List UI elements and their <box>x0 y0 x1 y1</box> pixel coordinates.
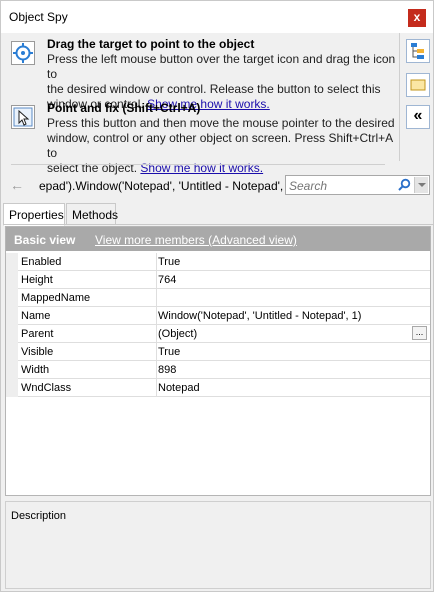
properties-grid: Basic view View more members (Advanced v… <box>5 226 431 496</box>
drag-desc-line2: the desired window or control. Release t… <box>47 82 381 96</box>
grid-header: Basic view View more members (Advanced v… <box>6 227 430 251</box>
separator <box>11 164 385 165</box>
tab-strip: Properties Methods <box>3 203 433 226</box>
parent-ellipsis-button[interactable]: ... <box>412 326 427 340</box>
table-row[interactable]: Parent (Object) ... <box>6 325 430 343</box>
description-panel: Description <box>5 501 431 589</box>
table-row[interactable]: WndClass Notepad <box>6 379 430 397</box>
row-gutter <box>6 343 18 361</box>
row-gutter <box>6 325 18 343</box>
search-icon[interactable] <box>397 178 411 192</box>
row-gutter <box>6 307 18 325</box>
column-divider <box>156 253 157 271</box>
row-gutter <box>6 271 18 289</box>
back-arrow-icon[interactable]: ← <box>10 177 24 193</box>
column-divider <box>156 361 157 379</box>
fix-desc-line2: window, control or any other object on s… <box>47 131 393 160</box>
property-value: Notepad <box>158 382 200 394</box>
search-input[interactable] <box>289 178 395 193</box>
object-path: epad').Window('Notepad', 'Untitled - Not… <box>39 179 298 193</box>
tab-properties[interactable]: Properties <box>3 203 65 226</box>
property-value: True <box>158 256 181 268</box>
table-row[interactable]: Visible True <box>6 343 430 361</box>
close-button[interactable]: x <box>408 9 426 27</box>
property-name: MappedName <box>21 292 91 304</box>
column-divider <box>156 289 157 307</box>
property-name: Enabled <box>21 256 62 268</box>
fix-heading: Point and fix (Shift+Ctrl+A) <box>47 101 201 115</box>
table-row[interactable]: Height 764 <box>6 271 430 289</box>
column-divider <box>156 379 157 397</box>
advanced-view-link[interactable]: View more members (Advanced view) <box>95 233 297 247</box>
fix-description: Press this button and then move the mous… <box>47 116 399 176</box>
side-toolbar: « <box>399 33 434 161</box>
fix-desc-line1: Press this button and then move the mous… <box>47 116 395 130</box>
title-bar: Object Spy x <box>1 1 433 33</box>
tab-underline <box>3 224 433 225</box>
property-name: Height <box>21 274 53 286</box>
object-spy-window: Object Spy x Drag the target to point to… <box>0 0 434 592</box>
tab-methods[interactable]: Methods <box>66 203 118 225</box>
search-field[interactable] <box>285 175 430 195</box>
table-row[interactable]: Enabled True <box>6 253 430 271</box>
basic-view-label: Basic view <box>14 233 76 247</box>
window-title: Object Spy <box>9 10 68 24</box>
hierarchy-button[interactable] <box>406 39 430 63</box>
window-icon <box>410 79 426 91</box>
hierarchy-icon <box>411 43 424 59</box>
property-name: WndClass <box>21 382 72 394</box>
column-divider <box>156 325 157 343</box>
property-value: (Object) <box>158 328 198 340</box>
row-gutter <box>6 361 18 379</box>
table-row[interactable]: Name Window('Notepad', 'Untitled - Notep… <box>6 307 430 325</box>
drag-desc-line1: Press the left mouse button over the tar… <box>47 52 396 81</box>
property-name: Visible <box>21 346 54 358</box>
drag-heading: Drag the target to point to the object <box>47 37 255 51</box>
chevron-down-icon <box>418 183 426 187</box>
property-name: Width <box>21 364 50 376</box>
property-name: Name <box>21 310 51 322</box>
property-value: 764 <box>158 274 177 286</box>
row-gutter <box>6 289 18 307</box>
property-value: Window('Notepad', 'Untitled - Notepad', … <box>158 310 362 322</box>
collapse-icon: « <box>413 107 423 124</box>
collapse-button[interactable]: « <box>406 105 430 129</box>
property-name: Parent <box>21 328 54 340</box>
object-path-bar: ← epad').Window('Notepad', 'Untitled - N… <box>1 173 434 199</box>
table-row[interactable]: MappedName <box>6 289 430 307</box>
property-value: True <box>158 346 181 358</box>
instructions-panel: Drag the target to point to the object P… <box>1 33 399 175</box>
table-row[interactable]: Width 898 <box>6 361 430 379</box>
property-value: 898 <box>158 364 177 376</box>
column-divider <box>156 271 157 289</box>
row-gutter <box>6 253 18 271</box>
column-divider <box>156 343 157 361</box>
point-and-fix-icon[interactable] <box>11 105 35 129</box>
search-dropdown-button[interactable] <box>414 177 428 193</box>
highlight-window-button[interactable] <box>406 73 430 97</box>
description-label: Description <box>11 510 67 522</box>
row-gutter <box>6 379 18 397</box>
drag-target-icon[interactable] <box>11 41 35 65</box>
column-divider <box>156 307 157 325</box>
